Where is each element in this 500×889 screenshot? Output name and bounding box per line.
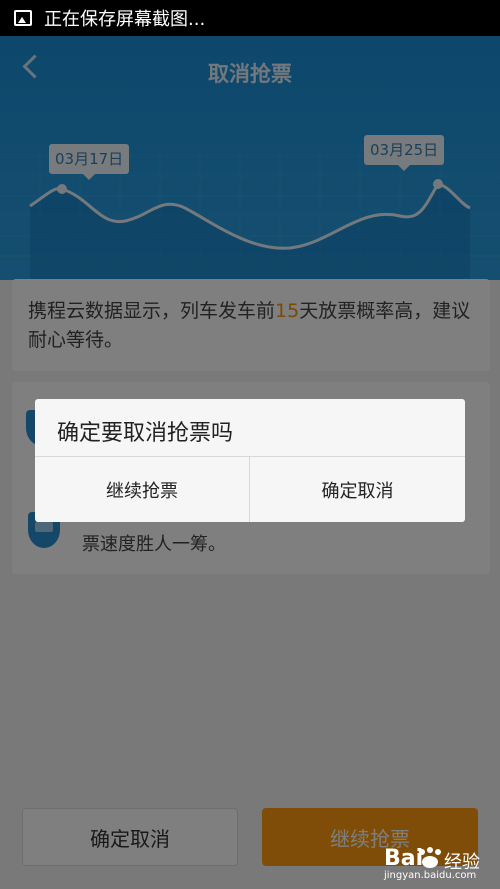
dialog-title: 确定要取消抢票吗 — [57, 421, 234, 446]
dialog-continue-button[interactable]: 继续抢票 — [35, 457, 249, 522]
baidu-jingyan-watermark: Bai 经验 jingyan.baidu.com — [356, 832, 496, 884]
confirm-dialog: 确定要取消抢票吗 继续抢票 确定取消 — [35, 399, 465, 522]
status-bar: 正在保存屏幕截图... — [0, 0, 500, 36]
status-text: 正在保存屏幕截图... — [44, 9, 206, 30]
screenshot-image-icon — [14, 10, 32, 26]
watermark-url: jingyan.baidu.com — [384, 870, 477, 881]
paw-icon — [419, 847, 441, 868]
dialog-confirm-button[interactable]: 确定取消 — [250, 457, 465, 522]
